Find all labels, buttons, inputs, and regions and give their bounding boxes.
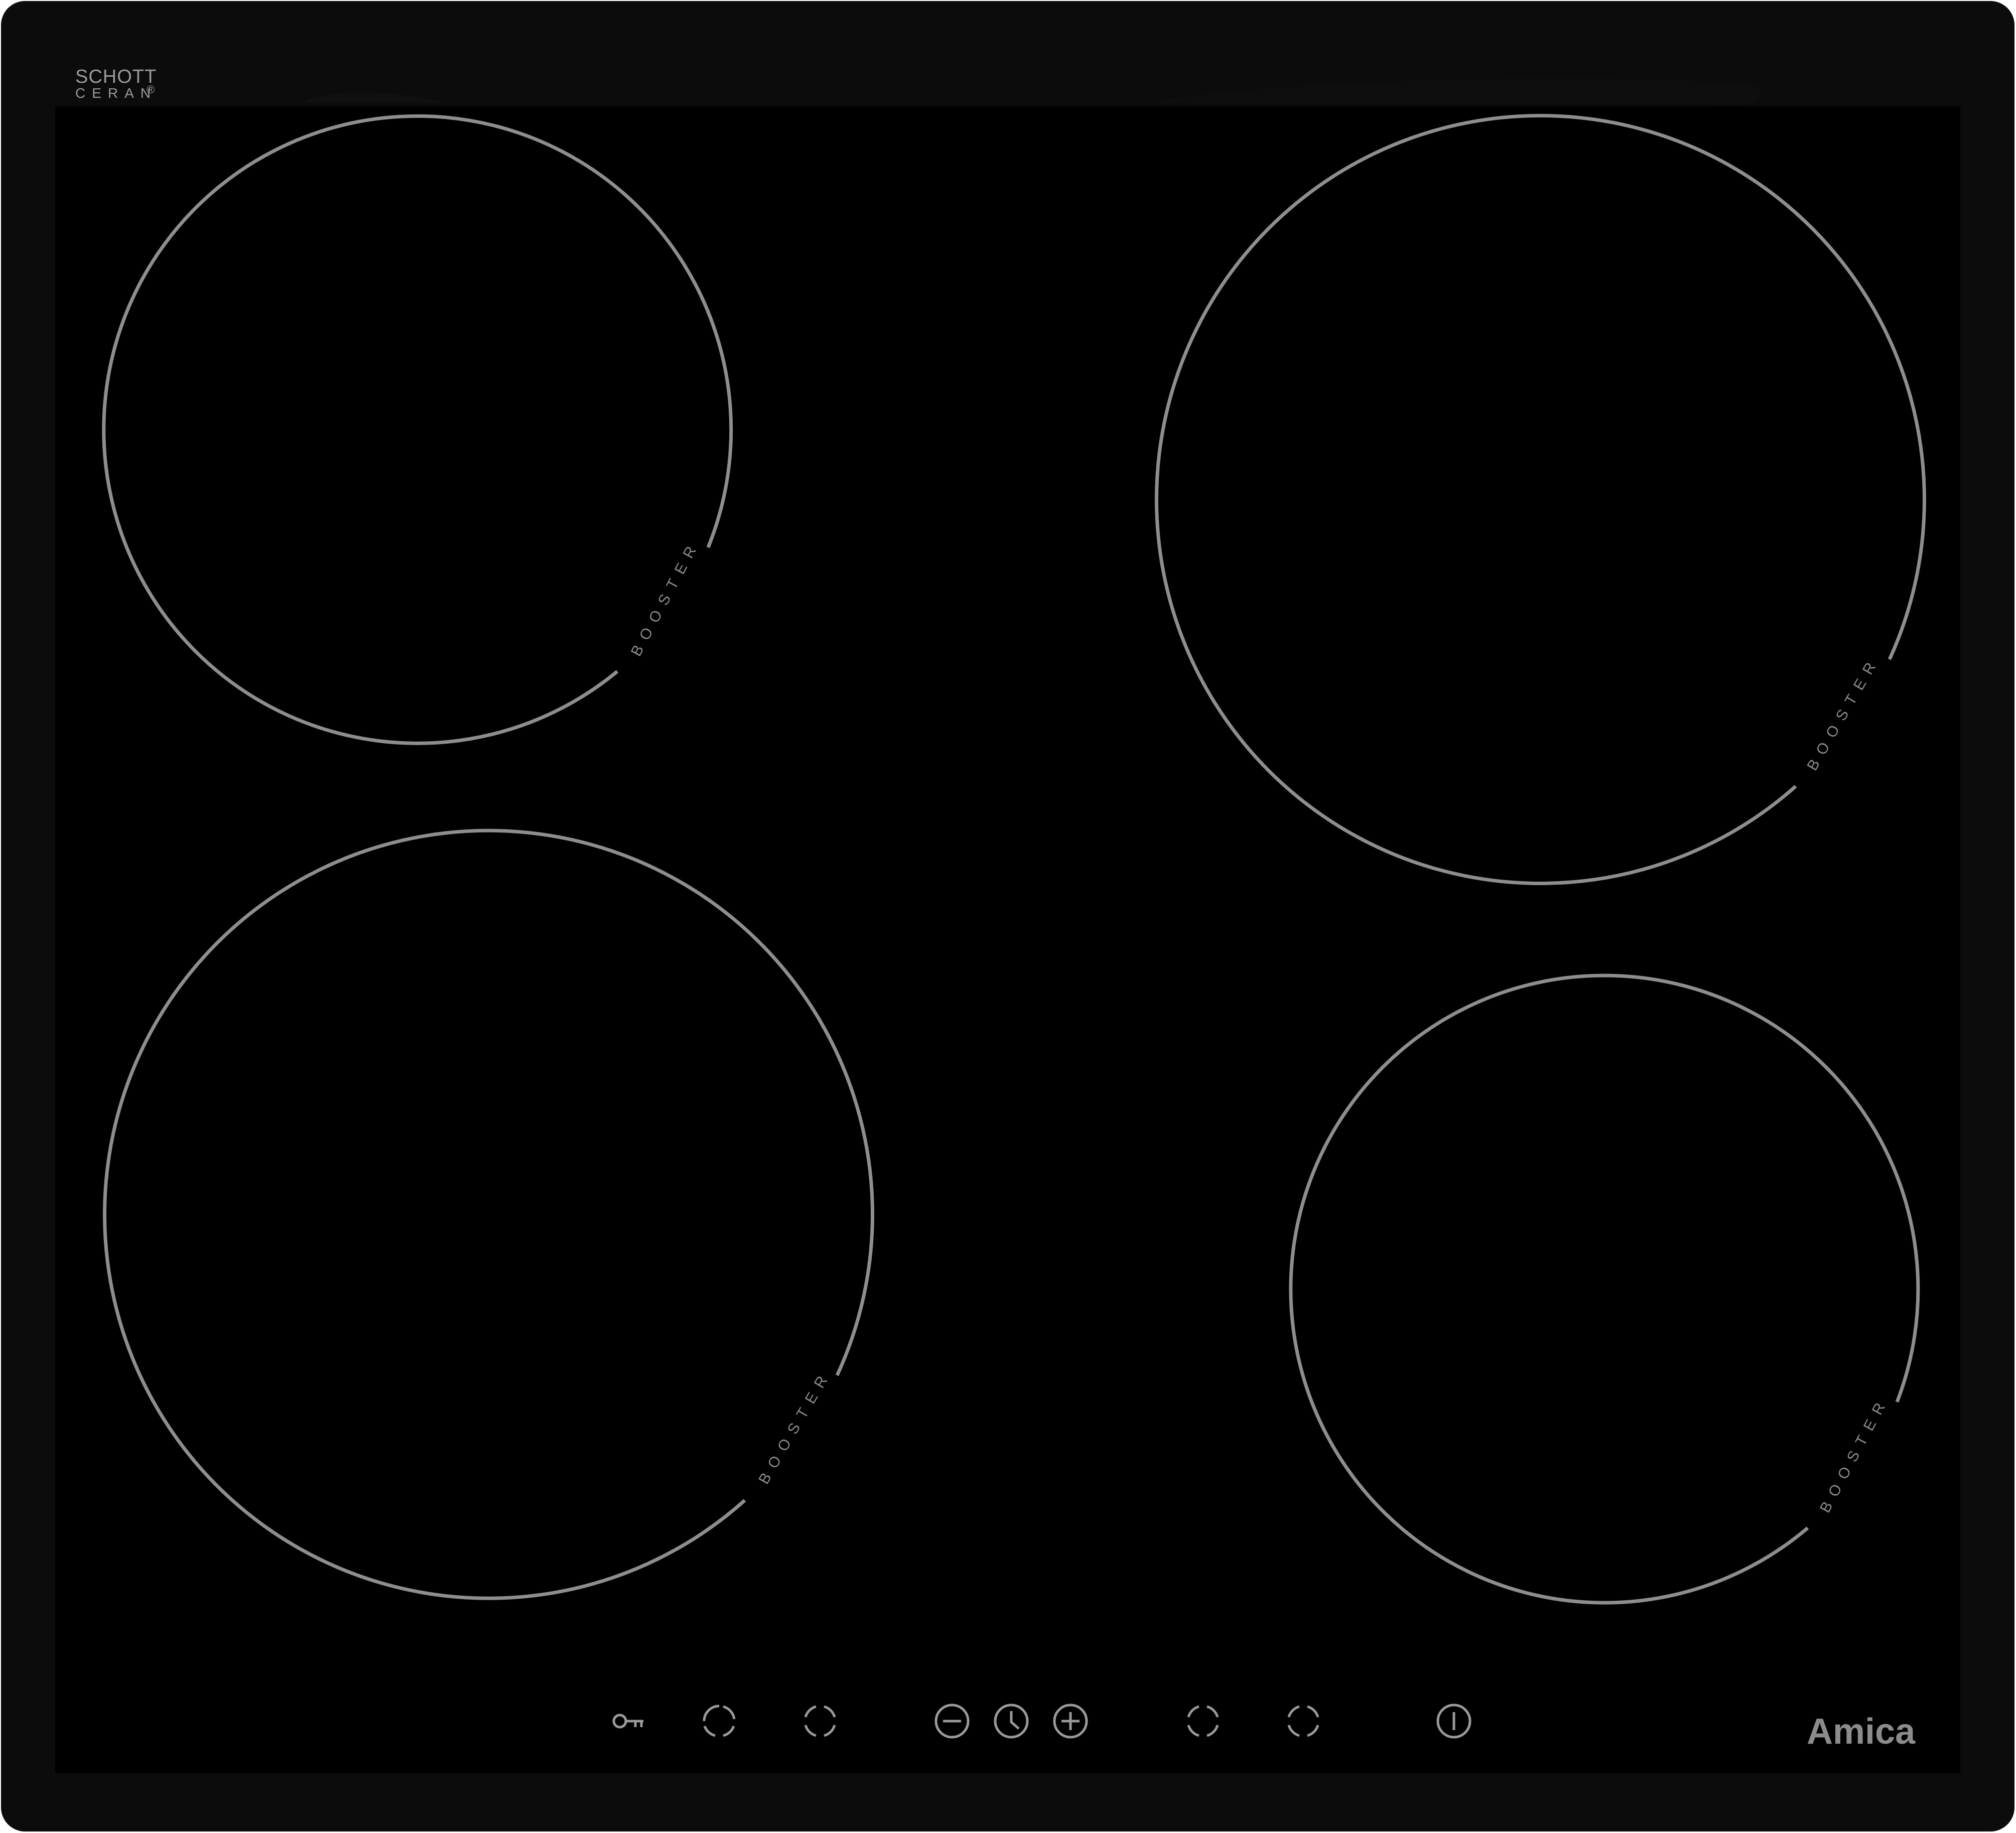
zone-select-button-1[interactable] [699,1701,739,1741]
minus-button[interactable] [932,1701,972,1741]
brand-logo: Amica [1807,1712,1916,1752]
schott-ceran-badge: SCHOTT CERAN ® [75,66,157,101]
cooktop: SCHOTT CERAN ® BOOSTER BOOSTER BOOSTER B… [1,1,2014,1831]
plus-button[interactable] [1050,1701,1091,1741]
badge-line1: SCHOTT [75,66,157,87]
zone-select-button-2[interactable] [800,1701,840,1741]
badge-line2: CERAN [75,85,157,101]
key-lock-button[interactable] [608,1701,648,1741]
glass-surface [55,106,1960,1773]
power-button[interactable] [1434,1701,1474,1741]
zone-select-button-4[interactable] [1283,1701,1323,1741]
timer-button[interactable] [991,1701,1031,1741]
zone-select-button-3[interactable] [1183,1701,1223,1741]
badge-registered: ® [147,83,155,96]
